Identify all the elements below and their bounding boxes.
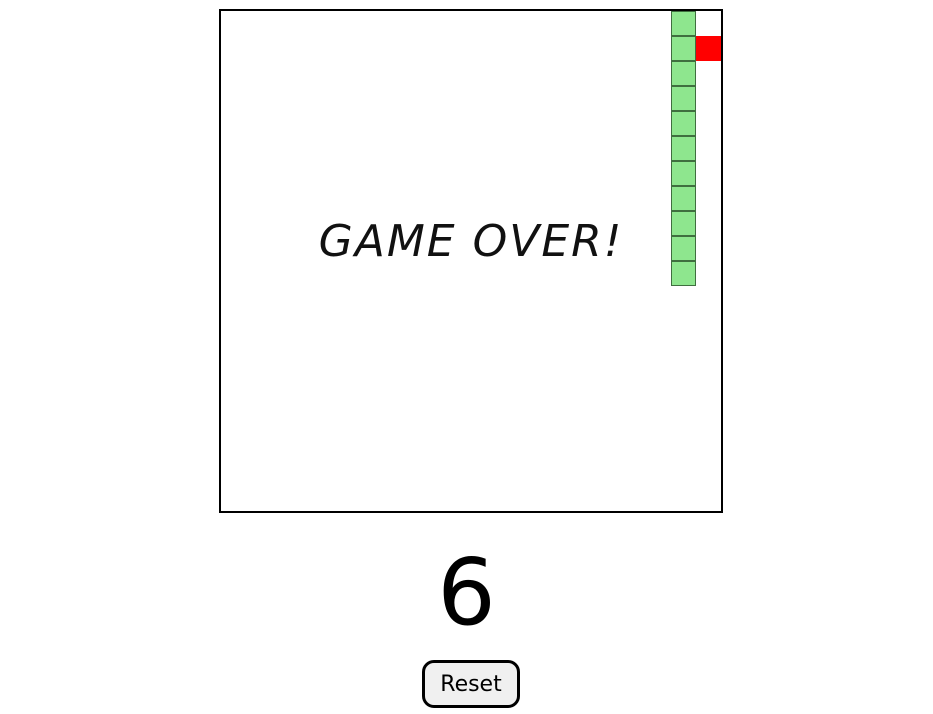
snake-segment [671, 11, 696, 36]
snake-segment [671, 36, 696, 61]
game-over-message: GAME OVER! [318, 216, 624, 267]
food-item [696, 36, 721, 61]
game-stage: GAME OVER! 6 Reset [0, 0, 933, 714]
snake-segment [671, 136, 696, 161]
snake-segment [671, 261, 696, 286]
snake-segment [671, 86, 696, 111]
snake-segment [671, 211, 696, 236]
snake-segment [671, 186, 696, 211]
score-display: 6 [437, 539, 496, 646]
snake-segment [671, 236, 696, 261]
reset-button[interactable]: Reset [422, 660, 520, 708]
snake-segment [671, 111, 696, 136]
game-board: GAME OVER! [219, 9, 723, 513]
snake-segment [671, 61, 696, 86]
snake-segment [671, 161, 696, 186]
